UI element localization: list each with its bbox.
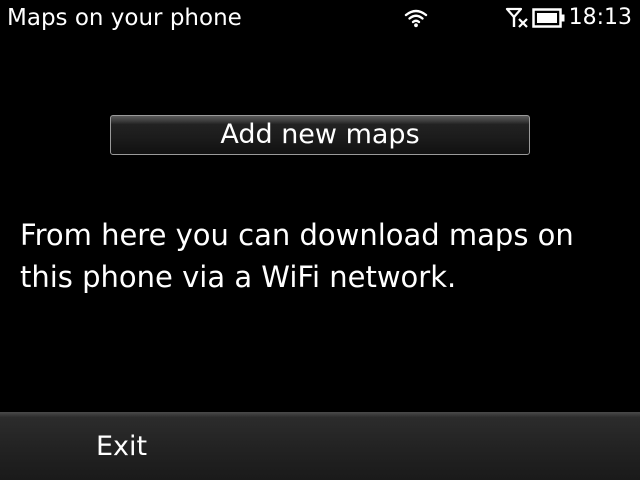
status-bar: Maps on your phone 18:13 [0, 0, 640, 36]
wifi-icon [404, 9, 428, 28]
no-signal-icon [505, 7, 528, 28]
battery-icon [532, 8, 565, 28]
phone-screen: Maps on your phone 18:13 Add new maps Fr… [0, 0, 640, 480]
clock-time: 18:13 [568, 5, 632, 30]
exit-softkey[interactable]: Exit [96, 430, 147, 464]
add-new-maps-button[interactable]: Add new maps [110, 115, 530, 155]
app-title: Maps on your phone [7, 5, 242, 31]
softkey-bar: Exit [0, 412, 640, 480]
info-text: From here you can download maps on this … [20, 218, 574, 294]
